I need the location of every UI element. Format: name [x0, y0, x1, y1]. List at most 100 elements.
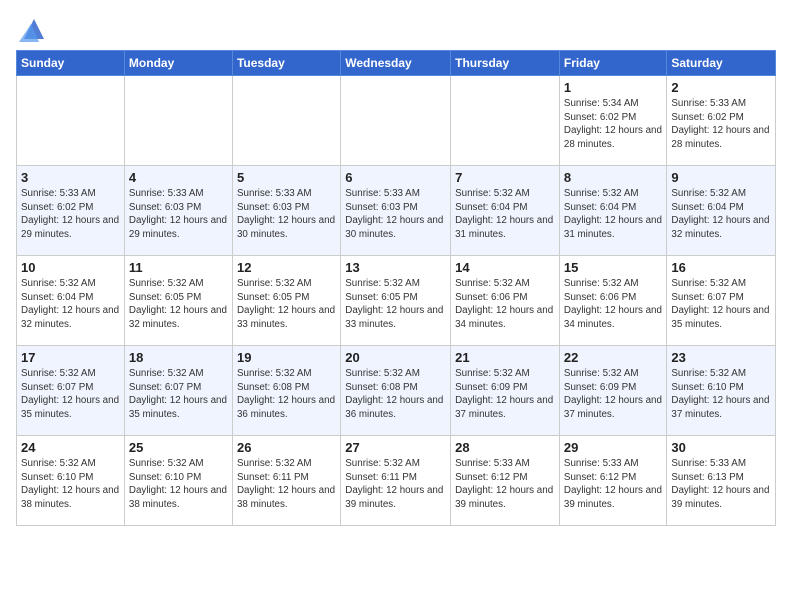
day-info: Sunrise: 5:33 AMSunset: 6:03 PMDaylight:… [237, 187, 336, 242]
week-row-1: 1 Sunrise: 5:34 AMSunset: 6:02 PMDaylight… [17, 76, 776, 166]
day-number: 16 [671, 260, 771, 275]
day-info: Sunrise: 5:32 AMSunset: 6:05 PMDaylight:… [129, 277, 228, 332]
day-number: 29 [564, 440, 662, 455]
calendar-cell: 3 Sunrise: 5:33 AMSunset: 6:02 PMDaylight… [17, 166, 125, 256]
day-info: Sunrise: 5:32 AMSunset: 6:10 PMDaylight:… [21, 457, 120, 512]
day-info: Sunrise: 5:32 AMSunset: 6:11 PMDaylight:… [345, 457, 446, 512]
day-info: Sunrise: 5:34 AMSunset: 6:02 PMDaylight:… [564, 97, 662, 152]
day-info: Sunrise: 5:33 AMSunset: 6:03 PMDaylight:… [345, 187, 446, 242]
calendar-cell: 18 Sunrise: 5:32 AMSunset: 6:07 PMDayligh… [124, 346, 232, 436]
day-info: Sunrise: 5:32 AMSunset: 6:10 PMDaylight:… [671, 367, 771, 422]
day-info: Sunrise: 5:33 AMSunset: 6:02 PMDaylight:… [671, 97, 771, 152]
day-number: 13 [345, 260, 446, 275]
weekday-header-monday: Monday [124, 51, 232, 76]
calendar-cell: 8 Sunrise: 5:32 AMSunset: 6:04 PMDaylight… [559, 166, 666, 256]
day-number: 25 [129, 440, 228, 455]
page: SundayMondayTuesdayWednesdayThursdayFrid… [0, 0, 792, 612]
calendar-cell: 14Sunrise: 5:32 AMSunset: 6:06 PMDayligh… [451, 256, 560, 346]
day-number: 2 [671, 80, 771, 95]
day-number: 12 [237, 260, 336, 275]
calendar-cell: 28Sunrise: 5:33 AMSunset: 6:12 PMDayligh… [451, 436, 560, 526]
week-row-4: 17 Sunrise: 5:32 AMSunset: 6:07 PMDayligh… [17, 346, 776, 436]
calendar-cell: 19 Sunrise: 5:32 AMSunset: 6:08 PMDayligh… [232, 346, 340, 436]
weekday-header-row: SundayMondayTuesdayWednesdayThursdayFrid… [17, 51, 776, 76]
calendar-cell: 13 Sunrise: 5:32 AMSunset: 6:05 PMDayligh… [341, 256, 451, 346]
day-number: 28 [455, 440, 555, 455]
weekday-header-friday: Friday [559, 51, 666, 76]
day-info: Sunrise: 5:32 AMSunset: 6:07 PMDaylight:… [671, 277, 771, 332]
calendar-cell: 5 Sunrise: 5:33 AMSunset: 6:03 PMDaylight… [232, 166, 340, 256]
week-row-5: 24 Sunrise: 5:32 AMSunset: 6:10 PMDayligh… [17, 436, 776, 526]
day-info: Sunrise: 5:33 AMSunset: 6:13 PMDaylight:… [671, 457, 771, 512]
day-info: Sunrise: 5:32 AMSunset: 6:09 PMDaylight:… [564, 367, 662, 422]
calendar-cell: 25 Sunrise: 5:32 AMSunset: 6:10 PMDayligh… [124, 436, 232, 526]
day-info: Sunrise: 5:32 AMSunset: 6:10 PMDaylight:… [129, 457, 228, 512]
day-number: 18 [129, 350, 228, 365]
calendar-cell: 17 Sunrise: 5:32 AMSunset: 6:07 PMDayligh… [17, 346, 125, 436]
calendar-cell: 9 Sunrise: 5:32 AMSunset: 6:04 PMDaylight… [667, 166, 776, 256]
day-number: 15 [564, 260, 662, 275]
day-number: 20 [345, 350, 446, 365]
calendar-cell [17, 76, 125, 166]
calendar-cell: 26 Sunrise: 5:32 AMSunset: 6:11 PMDayligh… [232, 436, 340, 526]
day-info: Sunrise: 5:32 AMSunset: 6:06 PMDaylight:… [455, 277, 555, 332]
day-info: Sunrise: 5:32 AMSunset: 6:04 PMDaylight:… [671, 187, 771, 242]
day-number: 1 [564, 80, 662, 95]
calendar-cell [232, 76, 340, 166]
day-number: 19 [237, 350, 336, 365]
calendar-cell: 20 Sunrise: 5:32 AMSunset: 6:08 PMDayligh… [341, 346, 451, 436]
day-info: Sunrise: 5:33 AMSunset: 6:03 PMDaylight:… [129, 187, 228, 242]
week-row-2: 3 Sunrise: 5:33 AMSunset: 6:02 PMDaylight… [17, 166, 776, 256]
calendar-cell [341, 76, 451, 166]
weekday-header-tuesday: Tuesday [232, 51, 340, 76]
calendar-cell [451, 76, 560, 166]
day-number: 11 [129, 260, 228, 275]
day-number: 21 [455, 350, 555, 365]
calendar-cell: 21Sunrise: 5:32 AMSunset: 6:09 PMDayligh… [451, 346, 560, 436]
weekday-header-wednesday: Wednesday [341, 51, 451, 76]
day-info: Sunrise: 5:32 AMSunset: 6:08 PMDaylight:… [237, 367, 336, 422]
day-info: Sunrise: 5:33 AMSunset: 6:12 PMDaylight:… [564, 457, 662, 512]
day-info: Sunrise: 5:32 AMSunset: 6:07 PMDaylight:… [21, 367, 120, 422]
logo-icon [19, 14, 49, 44]
calendar-cell: 15 Sunrise: 5:32 AMSunset: 6:06 PMDayligh… [559, 256, 666, 346]
day-number: 24 [21, 440, 120, 455]
day-number: 5 [237, 170, 336, 185]
day-info: Sunrise: 5:32 AMSunset: 6:06 PMDaylight:… [564, 277, 662, 332]
day-number: 7 [455, 170, 555, 185]
day-info: Sunrise: 5:32 AMSunset: 6:04 PMDaylight:… [564, 187, 662, 242]
calendar-cell: 10 Sunrise: 5:32 AMSunset: 6:04 PMDayligh… [17, 256, 125, 346]
day-info: Sunrise: 5:32 AMSunset: 6:07 PMDaylight:… [129, 367, 228, 422]
day-info: Sunrise: 5:32 AMSunset: 6:04 PMDaylight:… [455, 187, 555, 242]
day-info: Sunrise: 5:32 AMSunset: 6:04 PMDaylight:… [21, 277, 120, 332]
day-info: Sunrise: 5:32 AMSunset: 6:11 PMDaylight:… [237, 457, 336, 512]
day-info: Sunrise: 5:32 AMSunset: 6:05 PMDaylight:… [237, 277, 336, 332]
day-number: 3 [21, 170, 120, 185]
day-number: 17 [21, 350, 120, 365]
calendar-cell [124, 76, 232, 166]
day-number: 22 [564, 350, 662, 365]
day-info: Sunrise: 5:32 AMSunset: 6:08 PMDaylight:… [345, 367, 446, 422]
header [16, 12, 776, 44]
day-info: Sunrise: 5:33 AMSunset: 6:02 PMDaylight:… [21, 187, 120, 242]
day-info: Sunrise: 5:32 AMSunset: 6:05 PMDaylight:… [345, 277, 446, 332]
weekday-header-sunday: Sunday [17, 51, 125, 76]
calendar-cell: 30 Sunrise: 5:33 AMSunset: 6:13 PMDayligh… [667, 436, 776, 526]
weekday-header-thursday: Thursday [451, 51, 560, 76]
calendar-cell: 6Sunrise: 5:33 AMSunset: 6:03 PMDaylight… [341, 166, 451, 256]
day-number: 10 [21, 260, 120, 275]
weekday-header-saturday: Saturday [667, 51, 776, 76]
calendar-cell: 24 Sunrise: 5:32 AMSunset: 6:10 PMDayligh… [17, 436, 125, 526]
calendar-cell: 1 Sunrise: 5:34 AMSunset: 6:02 PMDaylight… [559, 76, 666, 166]
logo [16, 12, 49, 44]
day-number: 8 [564, 170, 662, 185]
calendar-cell: 12 Sunrise: 5:32 AMSunset: 6:05 PMDayligh… [232, 256, 340, 346]
calendar-cell: 29 Sunrise: 5:33 AMSunset: 6:12 PMDayligh… [559, 436, 666, 526]
calendar-cell: 11 Sunrise: 5:32 AMSunset: 6:05 PMDayligh… [124, 256, 232, 346]
day-number: 26 [237, 440, 336, 455]
day-number: 30 [671, 440, 771, 455]
day-number: 9 [671, 170, 771, 185]
day-number: 23 [671, 350, 771, 365]
calendar-cell: 27Sunrise: 5:32 AMSunset: 6:11 PMDayligh… [341, 436, 451, 526]
calendar-cell: 2 Sunrise: 5:33 AMSunset: 6:02 PMDaylight… [667, 76, 776, 166]
